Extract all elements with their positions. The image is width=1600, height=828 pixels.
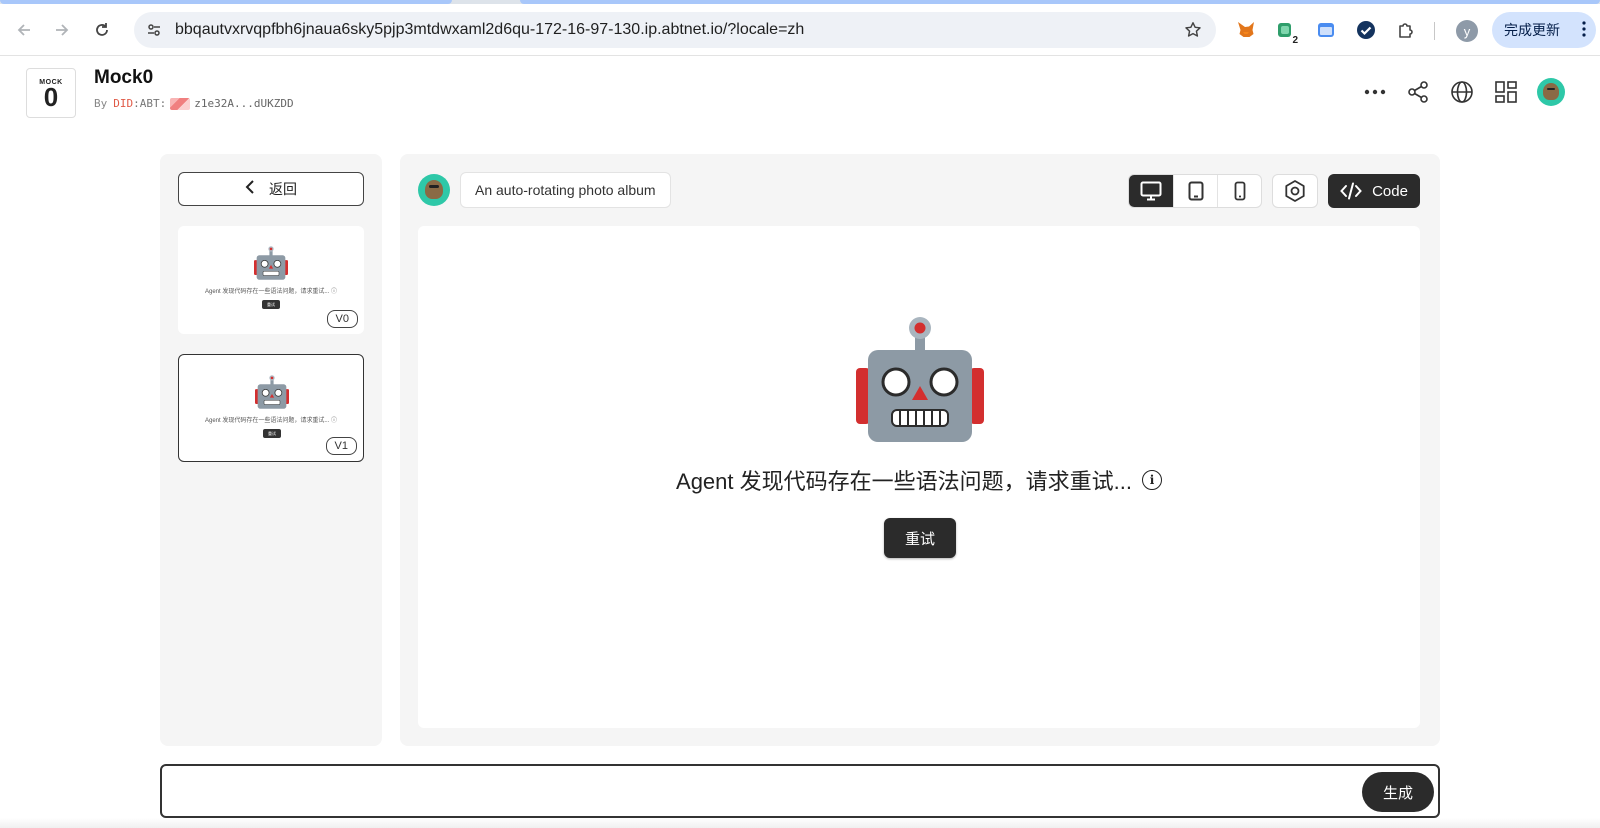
did-avatar-icon [170, 97, 191, 110]
app-title: Mock0 [94, 67, 154, 88]
version-tag: V1 [325, 437, 357, 455]
version-sidebar: 返回 Agent 发现代码存在一些语法问题，请求重试... ⓘ 重试 V0 Ag… [160, 154, 382, 746]
back-label: 返回 [269, 181, 297, 197]
apps-grid-icon[interactable] [1493, 79, 1519, 105]
site-settings-icon[interactable] [142, 18, 166, 42]
abt-label: :ABT: [133, 97, 167, 110]
preview-frame: Agent 发现代码存在一些语法问题，请求重试... i 重试 [418, 226, 1420, 728]
window-extension-icon[interactable] [1314, 18, 1338, 42]
generate-button[interactable]: 生成 [1362, 772, 1434, 812]
bottom-edge [0, 818, 1600, 828]
by-label: By [94, 97, 108, 110]
address-bar[interactable]: bbqautvxrvqpfbh6jnaua6sky5pjp3mtdwxaml2d… [134, 12, 1216, 48]
extension-badge: 2 [1290, 35, 1300, 46]
prompt-input[interactable] [176, 776, 1326, 806]
reload-icon[interactable] [86, 14, 118, 46]
version-preview-text: Agent 发现代码存在一些语法问题，请求重试... ⓘ [204, 418, 337, 424]
error-message: Agent 发现代码存在一些语法问题，请求重试... i [418, 464, 1420, 496]
user-avatar[interactable] [1537, 78, 1565, 106]
more-horizontal-icon[interactable] [1362, 79, 1388, 105]
share-icon[interactable] [1405, 79, 1431, 105]
back-arrow-icon[interactable] [8, 14, 40, 46]
version-card-v0[interactable]: Agent 发现代码存在一些语法问题，请求重试... ⓘ 重试 V0 [178, 226, 364, 334]
code-brackets-icon [1340, 182, 1362, 200]
metamask-fox-icon[interactable] [1234, 18, 1258, 42]
device-toggle-group [1128, 174, 1262, 208]
settings-hexagon-icon[interactable] [1272, 174, 1318, 208]
check-extension-icon[interactable] [1354, 18, 1378, 42]
back-button[interactable]: 返回 [178, 172, 364, 206]
bookmark-star-icon[interactable] [1182, 19, 1204, 41]
author-address[interactable]: z1e32A...dUKZDD [194, 97, 293, 110]
code-button[interactable]: Code [1328, 174, 1420, 208]
version-preview-text: Agent 发现代码存在一些语法问题，请求重试... ⓘ [204, 289, 337, 295]
error-text: Agent 发现代码存在一些语法问题，请求重试... [676, 469, 1132, 494]
browser-toolbar: bbqautvxrvqpfbh6jnaua6sky5pjp3mtdwxaml2d… [0, 4, 1600, 56]
info-circle-icon[interactable]: i [1141, 470, 1162, 490]
version-card-v1[interactable]: Agent 发现代码存在一些语法问题，请求重试... ⓘ 重试 V1 [178, 354, 364, 462]
url-text[interactable]: bbqautvxrvqpfbh6jnaua6sky5pjp3mtdwxaml2d… [175, 21, 804, 39]
robot-icon [856, 317, 984, 442]
preview-panel: An auto-rotating photo album Code Agent … [400, 154, 1440, 746]
kebab-menu-icon[interactable] [1582, 21, 1586, 37]
prompt-composer: 生成 [160, 764, 1440, 818]
profile-avatar[interactable]: y [1456, 20, 1478, 42]
forward-arrow-icon[interactable] [46, 14, 78, 46]
puzzle-extensions-icon[interactable] [1394, 18, 1418, 42]
toolbar-divider [1434, 22, 1435, 40]
version-preview-button: 重试 [263, 429, 281, 438]
code-label: Code [1372, 182, 1408, 200]
robot-icon [254, 246, 288, 280]
update-label: 完成更新 [1504, 22, 1560, 38]
app-logo[interactable]: MOCK 0 [26, 68, 76, 118]
version-tag: V0 [326, 310, 358, 328]
chrome-update-button[interactable]: 完成更新 [1492, 12, 1596, 48]
mobile-view-icon[interactable] [1217, 175, 1261, 207]
prompt-user-avatar [418, 174, 450, 206]
did-label: DID [113, 97, 134, 110]
author-line: By DID :ABT: z1e32A...dUKZDD [94, 97, 294, 110]
wallet-extension-icon[interactable]: 2 [1274, 18, 1300, 46]
retry-button[interactable]: 重试 [884, 518, 956, 558]
globe-language-icon[interactable] [1449, 79, 1475, 105]
desktop-view-icon[interactable] [1129, 175, 1173, 207]
tablet-view-icon[interactable] [1173, 175, 1217, 207]
robot-icon [255, 375, 289, 409]
prompt-chip[interactable]: An auto-rotating photo album [460, 172, 671, 208]
logo-number: 0 [43, 81, 59, 112]
version-preview-button: 重试 [262, 300, 280, 309]
chevron-left-icon [245, 179, 255, 199]
